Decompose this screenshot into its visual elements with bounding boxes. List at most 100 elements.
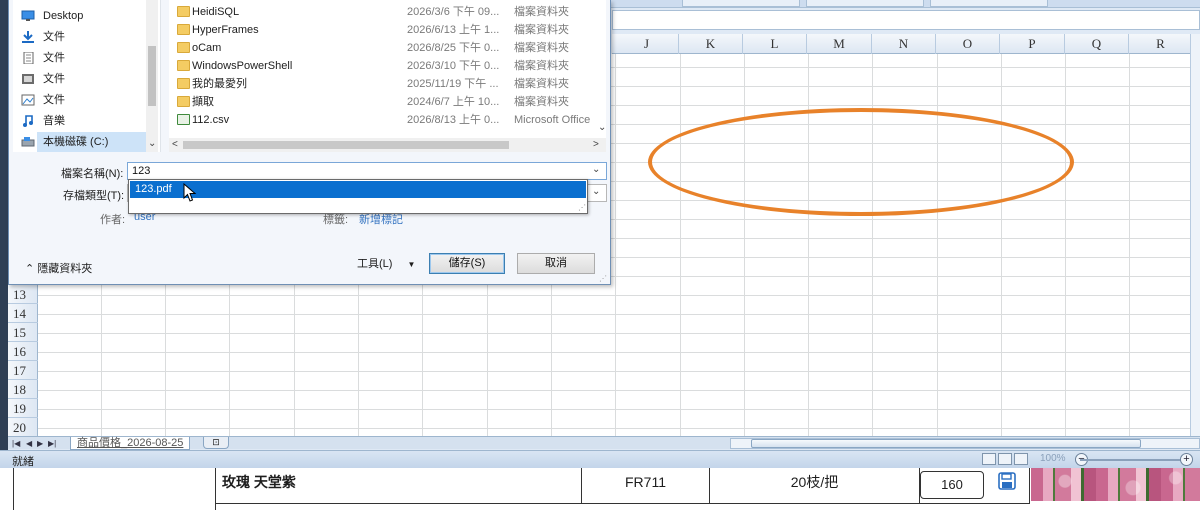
save-form: 檔案名稱(N): ⌄ 存檔類型(T): ⌄ 作者: user 標籤: 新增標記 … — [9, 156, 612, 285]
save-button[interactable]: 儲存(S) — [429, 253, 505, 274]
tools-button[interactable]: 工具(L) ▼ — [357, 254, 427, 274]
next-sheet-icon[interactable]: ▶ — [37, 437, 43, 450]
column-header-row: J K L M N O P Q R — [612, 34, 1200, 54]
ribbon-button[interactable] — [806, 0, 924, 7]
filename-field[interactable] — [127, 162, 607, 180]
nav-item-local-disk[interactable]: 本機磁碟 (C:) — [21, 132, 153, 152]
first-sheet-icon[interactable]: |◀ — [12, 437, 20, 450]
ribbon-button[interactable] — [682, 0, 800, 7]
nav-item-label: 文件 — [43, 73, 65, 85]
column-header[interactable]: K — [679, 34, 743, 54]
row-header[interactable]: 16 — [8, 342, 38, 361]
normal-view-icon[interactable] — [982, 453, 996, 465]
file-type: 檔案資料夾 — [514, 6, 569, 18]
autocomplete-item[interactable]: 123.pdf — [130, 181, 586, 198]
list-item[interactable]: WindowsPowerShell 2026/3/10 下午 0... 檔案資料… — [169, 57, 606, 75]
list-item[interactable]: 我的最愛列 2025/11/19 下午 ... 檔案資料夾 — [169, 75, 606, 93]
row-header[interactable]: 19 — [8, 399, 38, 418]
document-icon — [23, 52, 34, 64]
product-name: 玫瑰 天堂紫 — [216, 468, 582, 504]
chevron-down-icon[interactable]: ⌄ — [148, 138, 156, 149]
list-item[interactable]: HeidiSQL 2026/3/6 下午 09... 檔案資料夾 — [169, 3, 606, 21]
zoom-slider[interactable] — [1080, 459, 1188, 461]
list-item[interactable]: 擷取 2024/6/7 上午 10... 檔案資料夾 — [169, 93, 606, 111]
page-layout-view-icon[interactable] — [998, 453, 1012, 465]
list-item[interactable]: oCam 2026/8/25 下午 0... 檔案資料夾 — [169, 39, 606, 57]
file-date: 2026/3/10 下午 0... — [407, 60, 500, 72]
resize-grip-icon[interactable]: ⋰ — [599, 274, 607, 283]
page-break-view-icon[interactable] — [1014, 453, 1028, 465]
row-header[interactable]: 14 — [8, 304, 38, 323]
file-type: 檔案資料夾 — [514, 42, 569, 54]
folder-icon — [177, 96, 190, 107]
nav-item-documents[interactable]: 文件 — [23, 48, 65, 68]
ribbon-button[interactable] — [930, 0, 1048, 7]
file-type: Microsoft Office — [514, 114, 591, 126]
file-name: 112.csv — [192, 114, 230, 126]
insert-sheet-icon[interactable]: ⊡ — [203, 437, 229, 449]
folder-icon — [177, 60, 190, 71]
folder-icon — [177, 24, 190, 35]
zoom-in-icon[interactable]: + — [1180, 453, 1193, 466]
hide-folders-toggle[interactable]: ⌃ 隱藏資料夾 — [25, 260, 92, 276]
file-type: 檔案資料夾 — [514, 24, 569, 36]
row-header[interactable]: 17 — [8, 361, 38, 380]
product-quantity: 20枝/把 — [710, 468, 920, 504]
cancel-button[interactable]: 取消 — [517, 253, 595, 274]
nav-item-videos[interactable]: 文件 — [22, 69, 65, 89]
horizontal-scrollbar[interactable] — [730, 438, 1200, 449]
file-list-scrollbar[interactable]: < > — [169, 138, 606, 152]
nav-item-music[interactable]: 音樂 — [23, 111, 65, 131]
chevron-down-icon[interactable]: ⌄ — [598, 122, 606, 133]
scrollbar-thumb[interactable] — [148, 46, 156, 106]
chevron-down-icon[interactable]: ⌄ — [592, 164, 600, 175]
column-header[interactable]: J — [615, 34, 679, 54]
nav-scrollbar[interactable]: ⌄ — [146, 0, 158, 152]
scrollbar-thumb[interactable] — [751, 439, 1141, 448]
prev-sheet-icon[interactable]: ◀ — [26, 437, 32, 450]
price-cell: 160 — [920, 468, 1030, 504]
row-header[interactable]: 20 — [8, 418, 38, 437]
nav-item-downloads[interactable]: 文件 — [22, 27, 65, 47]
resize-grip-icon[interactable]: ⋰ — [578, 203, 586, 212]
save-as-dialog: Desktop 文件 文件 文件 文件 音樂 本機磁碟 (C:) ⌄ Heidi… — [8, 0, 611, 285]
download-icon — [22, 31, 34, 43]
column-header[interactable]: Q — [1065, 34, 1129, 54]
row-header[interactable]: 18 — [8, 380, 38, 399]
filetype-label: 存檔類型(T): — [63, 190, 125, 202]
chevron-left-icon[interactable]: < — [172, 138, 178, 152]
chevron-down-icon[interactable]: ⌄ — [592, 186, 600, 197]
folder-icon — [177, 42, 190, 53]
scrollbar-thumb[interactable] — [183, 141, 509, 149]
row-header[interactable]: 15 — [8, 323, 38, 342]
hide-folders-label: 隱藏資料夾 — [37, 263, 93, 275]
file-name: HyperFrames — [192, 24, 259, 36]
chevron-right-icon[interactable]: > — [593, 138, 599, 152]
column-header[interactable]: M — [807, 34, 872, 54]
price-input[interactable]: 160 — [920, 471, 984, 499]
file-name: HeidiSQL — [192, 6, 240, 18]
file-name: 我的最愛列 — [192, 78, 247, 90]
nav-item-pictures[interactable]: 文件 — [21, 90, 65, 110]
orange-oval-annotation — [648, 108, 1074, 216]
nav-item-desktop[interactable]: Desktop — [21, 6, 83, 26]
sheet-tab[interactable]: 商品價格_2026-08-25 — [70, 437, 191, 450]
last-sheet-icon[interactable]: ▶| — [48, 437, 56, 450]
file-type: 檔案資料夾 — [514, 60, 569, 72]
save-icon[interactable] — [998, 472, 1016, 490]
file-date: 2026/3/6 下午 09... — [407, 6, 500, 18]
formula-bar[interactable] — [612, 10, 1200, 30]
column-header[interactable]: P — [1000, 34, 1065, 54]
list-item[interactable]: HyperFrames 2026/6/13 上午 1... 檔案資料夾 — [169, 21, 606, 39]
folder-icon — [177, 78, 190, 89]
tools-label: 工具(L) — [357, 258, 393, 270]
list-item[interactable]: 112.csv 2026/8/13 上午 0... Microsoft Offi… — [169, 111, 606, 129]
column-header[interactable]: O — [936, 34, 1000, 54]
column-header[interactable]: N — [872, 34, 936, 54]
vertical-scrollbar[interactable] — [1190, 34, 1200, 438]
column-header[interactable]: R — [1129, 34, 1193, 54]
column-header[interactable]: L — [743, 34, 807, 54]
csv-file-icon — [177, 114, 190, 125]
row-header[interactable]: 13 — [8, 285, 38, 304]
zoom-level[interactable]: 100% — [1040, 453, 1066, 464]
